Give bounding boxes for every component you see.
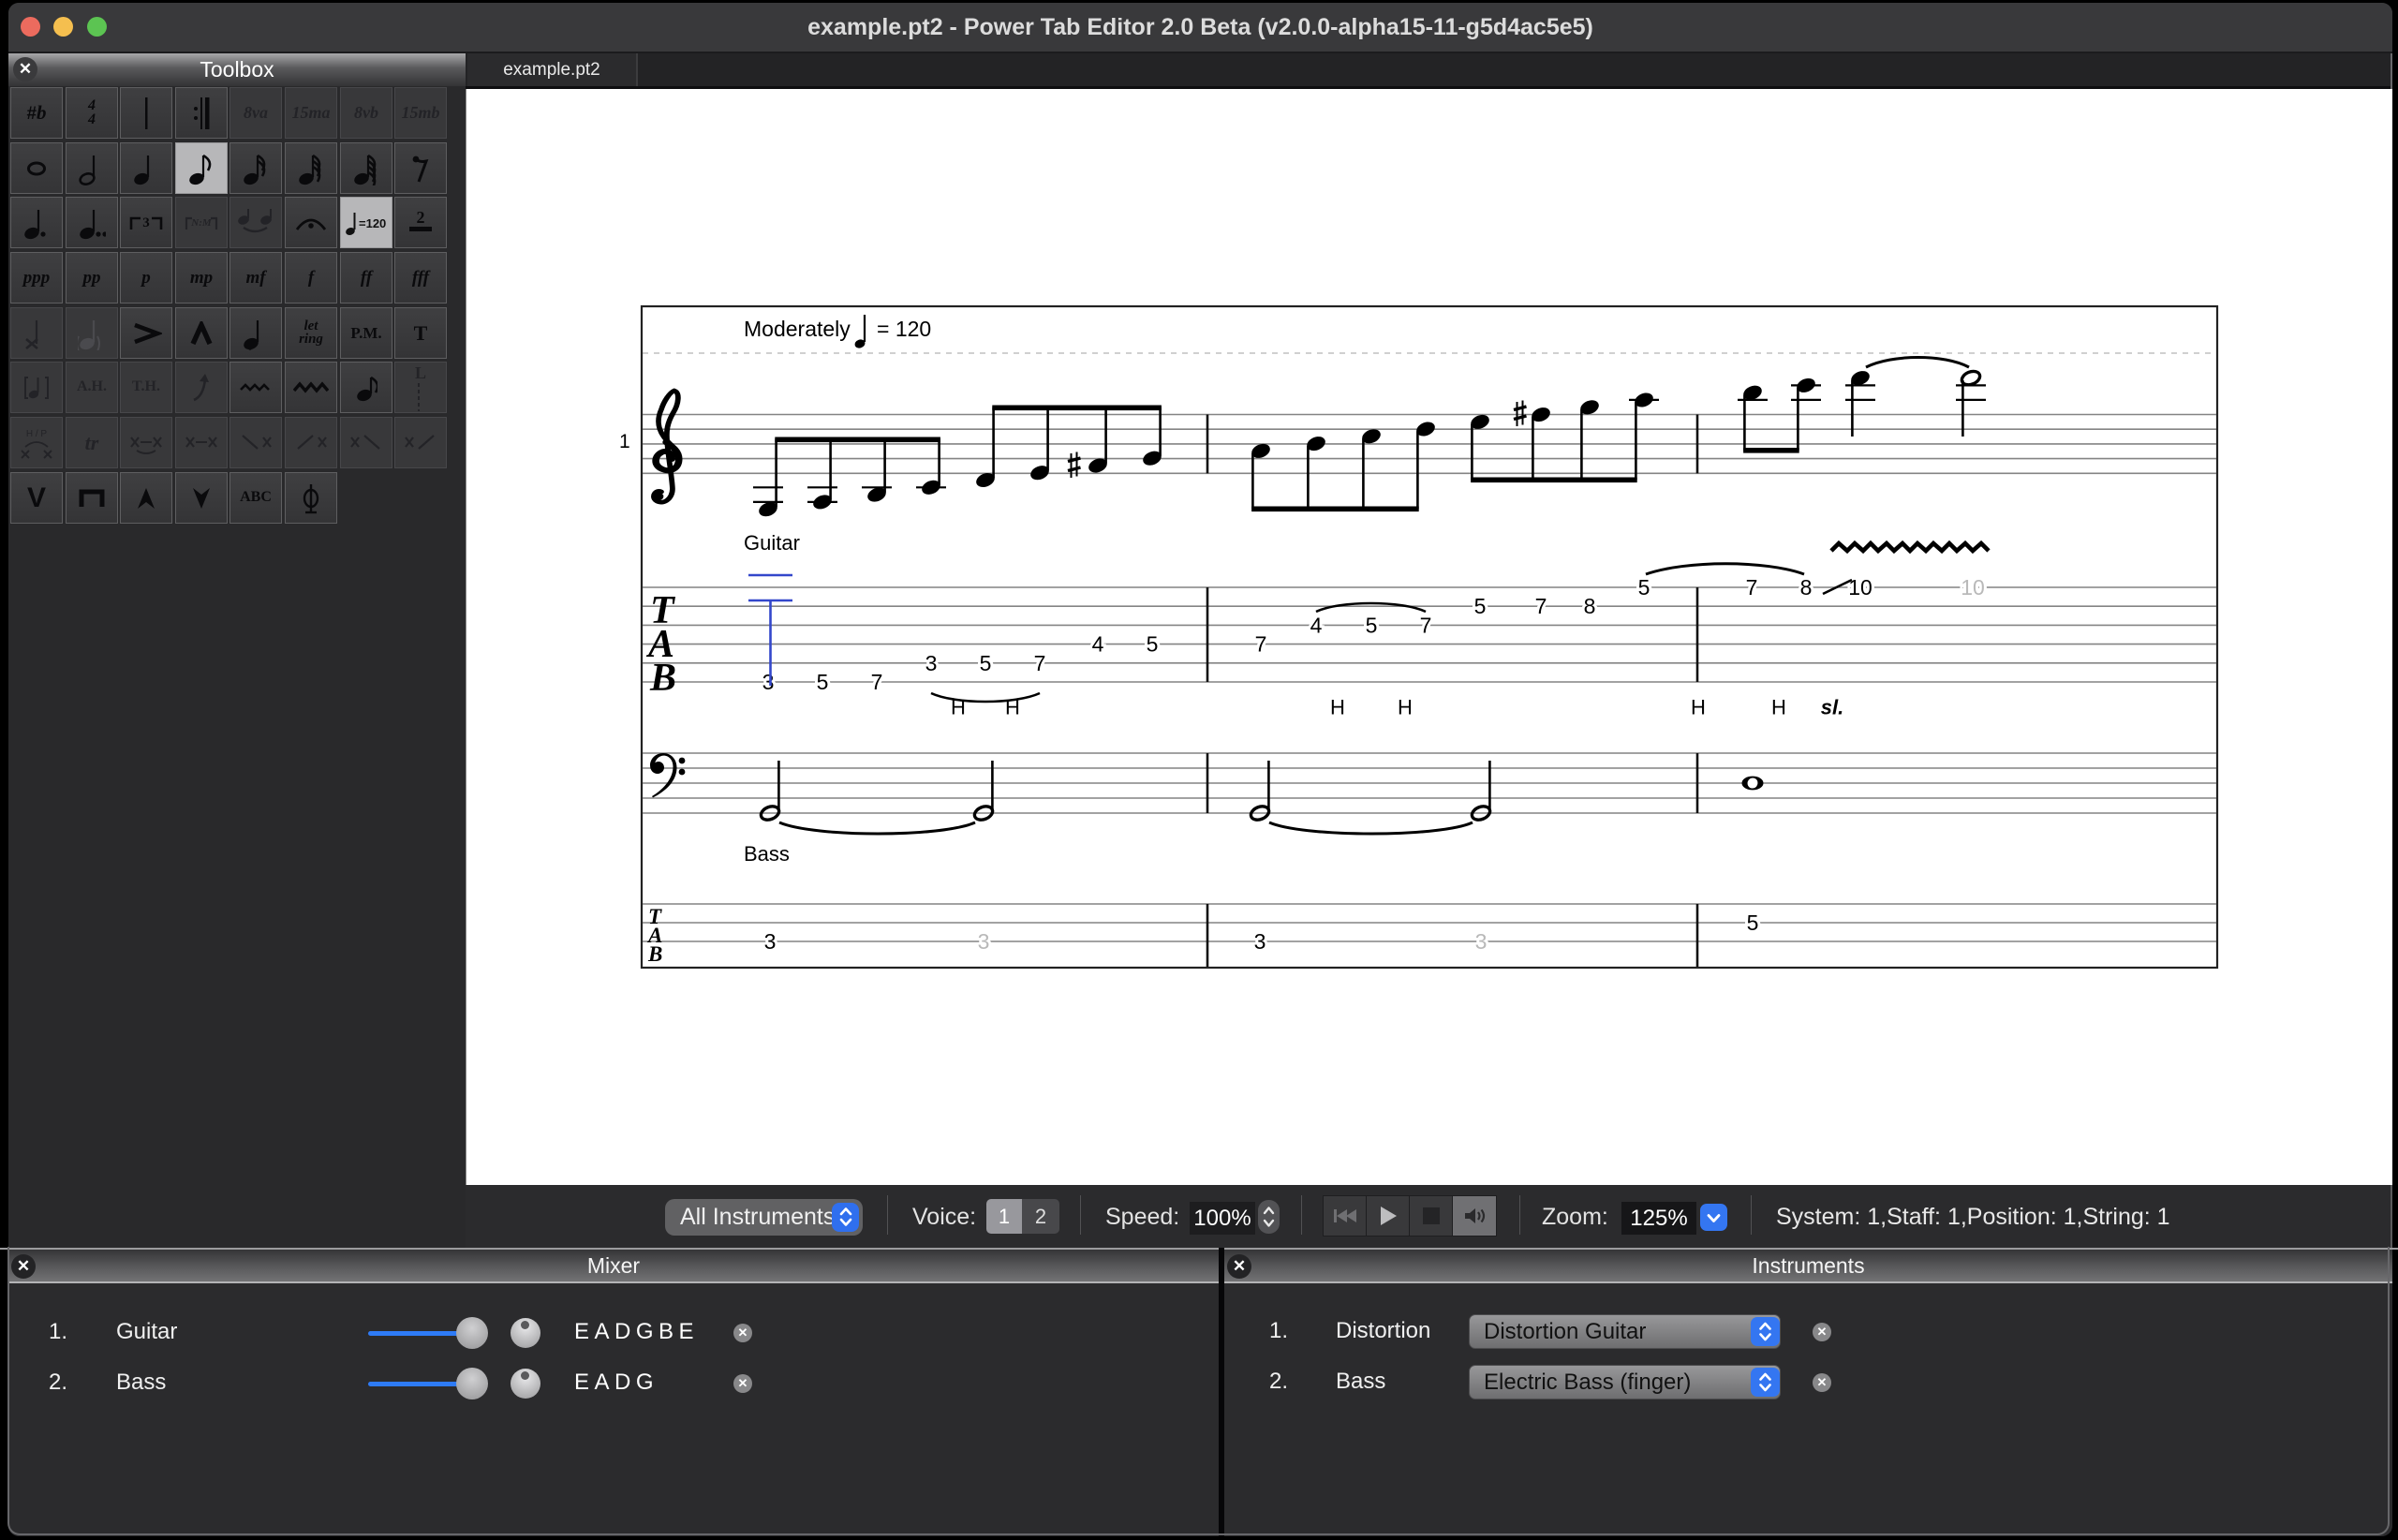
svg-text:7: 7 — [1746, 575, 1758, 600]
svg-text:5: 5 — [817, 670, 829, 694]
svg-text:7: 7 — [1255, 632, 1267, 657]
svg-text:5: 5 — [980, 651, 992, 675]
svg-text:= 120: = 120 — [877, 317, 931, 341]
svg-text:Bass: Bass — [744, 842, 790, 866]
svg-text:4: 4 — [1092, 632, 1104, 657]
svg-text:2: 2 — [417, 208, 425, 227]
svg-text:8: 8 — [1800, 575, 1813, 600]
svg-text:H: H — [1771, 696, 1786, 719]
svg-text:Moderately: Moderately — [744, 317, 851, 341]
svg-text:7: 7 — [871, 670, 883, 694]
svg-text:5: 5 — [1366, 613, 1378, 637]
svg-text:1: 1 — [619, 431, 630, 452]
svg-text:3: 3 — [925, 651, 938, 675]
svg-text:H: H — [1691, 696, 1706, 719]
svg-text:H: H — [951, 696, 966, 719]
svg-text:N:M: N:M — [190, 217, 213, 229]
svg-text:=120: =120 — [359, 216, 386, 230]
svg-text:8: 8 — [1584, 594, 1596, 618]
svg-text:3: 3 — [764, 929, 777, 954]
svg-text:5: 5 — [1147, 632, 1159, 657]
svg-text:10: 10 — [1961, 575, 1985, 600]
svg-text:3: 3 — [762, 670, 775, 694]
svg-text:10: 10 — [1848, 575, 1873, 600]
svg-text:H: H — [1005, 696, 1020, 719]
svg-text:Guitar: Guitar — [744, 531, 800, 555]
svg-text:3: 3 — [978, 929, 990, 954]
svg-text:3: 3 — [142, 215, 150, 230]
svg-text:H: H — [1398, 696, 1413, 719]
svg-text:5: 5 — [1474, 594, 1487, 618]
svg-text:sl.: sl. — [1821, 696, 1843, 719]
svg-text:H: H — [1330, 696, 1345, 719]
svg-text:7: 7 — [1535, 594, 1547, 618]
svg-text:4: 4 — [1310, 613, 1323, 637]
svg-text:5: 5 — [1638, 575, 1650, 600]
svg-text:B: B — [649, 657, 676, 700]
svg-text:3: 3 — [1254, 929, 1266, 954]
svg-text:H / P: H / P — [26, 429, 48, 439]
svg-text:3: 3 — [1475, 929, 1488, 954]
svg-text:B: B — [647, 942, 662, 966]
svg-text:5: 5 — [1747, 911, 1759, 935]
svg-text:7: 7 — [1420, 613, 1432, 637]
svg-text:7: 7 — [1034, 651, 1046, 675]
